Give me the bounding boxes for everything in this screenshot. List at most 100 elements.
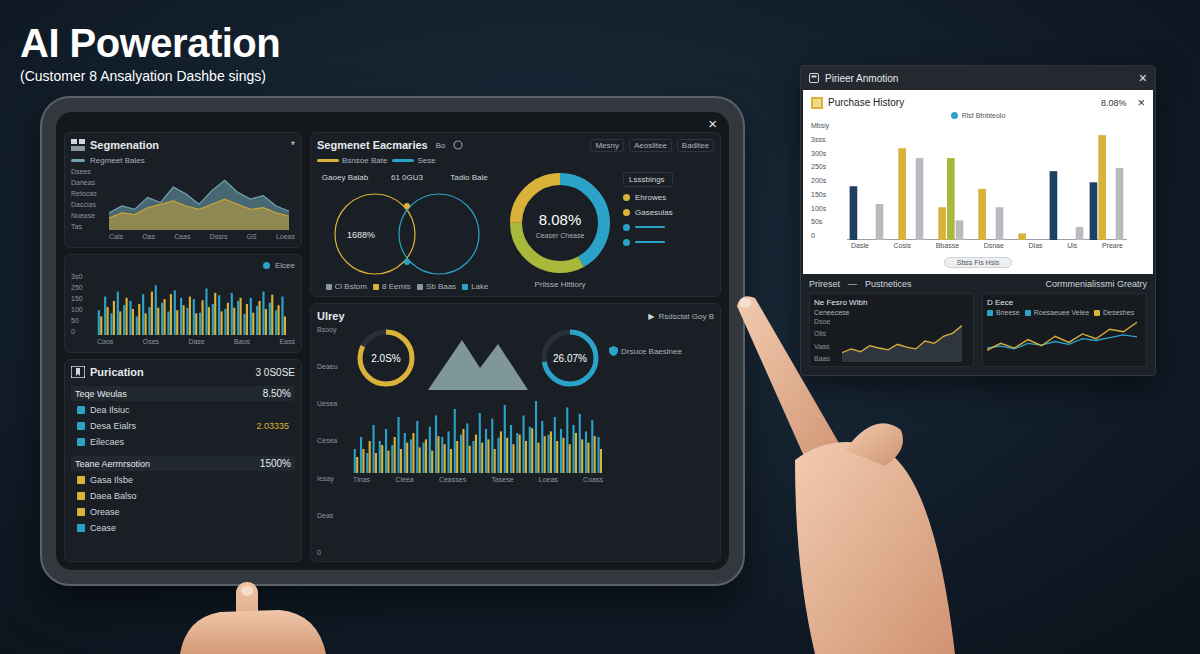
y-tick: Olis xyxy=(814,330,838,337)
y-tick: 0 xyxy=(71,328,93,335)
bar xyxy=(233,308,235,335)
y-tick: 150 xyxy=(71,295,93,302)
line-series xyxy=(987,322,1137,350)
bar xyxy=(930,240,938,241)
list-item[interactable]: Ehrowes xyxy=(623,192,673,202)
bar xyxy=(450,449,452,473)
bar xyxy=(978,189,986,240)
y-tick: Daccias xyxy=(71,201,105,208)
y-tick: Vaas xyxy=(814,343,838,350)
bar xyxy=(151,292,153,335)
bar xyxy=(138,304,140,335)
item-label: Daea Balso xyxy=(90,491,137,501)
bar xyxy=(161,303,163,335)
bar xyxy=(566,407,568,473)
x-tick: Tasese xyxy=(491,476,513,485)
x-tick: Ceasses xyxy=(439,476,466,485)
segmentation-header: Segmenation * xyxy=(71,138,295,152)
bar xyxy=(460,435,462,473)
y-tick: 3sss xyxy=(811,136,841,143)
bar xyxy=(466,423,468,473)
window-tab[interactable]: — xyxy=(848,279,857,289)
segmentation-title: Segmenation xyxy=(90,139,159,151)
grouped-bar-chart xyxy=(847,122,1127,240)
window-close-button[interactable]: × xyxy=(1139,71,1147,85)
bar xyxy=(126,298,128,335)
summary-tab[interactable]: Mesny xyxy=(590,139,624,152)
bar xyxy=(531,428,533,473)
bar xyxy=(444,444,446,473)
bar xyxy=(227,303,229,335)
bar xyxy=(1116,168,1124,240)
venn-value: 1688% xyxy=(347,230,375,240)
bar xyxy=(212,304,214,335)
list-item[interactable]: Gasesulas xyxy=(623,207,673,217)
line-chart xyxy=(987,318,1137,362)
x-tick: Eass xyxy=(279,338,295,347)
bar xyxy=(397,417,399,473)
purification-item[interactable]: Gasa Ilsbe xyxy=(71,473,295,487)
x-tick: Cleea xyxy=(395,476,413,485)
bar xyxy=(500,431,502,473)
mountain-shape xyxy=(428,340,528,390)
bar xyxy=(907,240,915,241)
right-column: Segmenet EacmariesBoMesnyAeosliteeBadlte… xyxy=(310,132,721,562)
bar xyxy=(1050,171,1058,240)
bar xyxy=(394,437,396,473)
group-header: Teane Aermrsotion1500% xyxy=(71,456,295,471)
bar xyxy=(441,437,443,473)
window-tab[interactable]: Prireset xyxy=(809,279,840,289)
purification-item[interactable]: Daea Balso xyxy=(71,489,295,503)
list-item[interactable] xyxy=(623,237,673,247)
floating-window[interactable]: Pirieer Anmotion×Purchase History8.08%×R… xyxy=(800,65,1156,376)
bar xyxy=(594,436,596,473)
card-icon xyxy=(811,97,823,109)
purification-item[interactable]: Eilecaes xyxy=(71,435,295,449)
purification-item[interactable]: Desa Eialrs2.03335 xyxy=(71,419,295,433)
group-heading: Teqe Weulas xyxy=(75,389,127,399)
y-tick: Iesay xyxy=(317,475,347,482)
legend-item: Bsnsoe Bate xyxy=(317,156,387,165)
group-heading: Teane Aermrsotion xyxy=(75,459,150,469)
summaries-badge: Bo xyxy=(433,141,449,150)
bar xyxy=(379,441,381,473)
window-titlebar[interactable]: Pirieer Anmotion× xyxy=(801,66,1155,90)
list-item[interactable] xyxy=(623,222,673,232)
legend-label: Drsuce Baeslnee xyxy=(621,347,682,356)
bar xyxy=(996,207,1004,240)
survey-action[interactable]: ▶Rsdsctat Goy B xyxy=(648,312,714,321)
close-button[interactable]: × xyxy=(708,116,721,132)
bar xyxy=(391,445,393,473)
range-slider[interactable]: Sbss Fis Hsis xyxy=(944,257,1012,268)
y-tick: 250 xyxy=(71,284,93,291)
bar xyxy=(117,292,119,335)
y-tick: Uesea xyxy=(317,400,347,407)
purification-item[interactable]: Cease xyxy=(71,521,295,535)
bar xyxy=(938,207,946,240)
legend-label: Sese xyxy=(417,156,435,165)
more-button[interactable]: * xyxy=(291,139,295,151)
bar xyxy=(145,313,147,335)
bar xyxy=(354,449,356,473)
bar xyxy=(404,433,406,473)
summary-tab[interactable]: Badltee xyxy=(677,139,714,152)
window-tab[interactable]: Cormmenialissmi Greatry xyxy=(1045,279,1147,289)
item-swatch xyxy=(77,406,85,414)
bar xyxy=(469,446,471,473)
item-swatch xyxy=(77,524,85,532)
venn-legend-item: Lake xyxy=(462,282,488,291)
summary-tab[interactable]: Aeoslitee xyxy=(629,139,672,152)
window-tab[interactable]: Pustnetices xyxy=(865,279,912,289)
purification-item[interactable]: Orease xyxy=(71,505,295,519)
bar xyxy=(205,289,207,336)
purification-item[interactable]: Dea Ilsiuc xyxy=(71,403,295,417)
card-close-button[interactable]: × xyxy=(1131,96,1145,109)
trend-left-panel: Ne Fesro WlbhCeneeceseDsoeOlisVaasBaas xyxy=(809,293,974,367)
bar xyxy=(481,443,483,473)
bar xyxy=(591,420,593,473)
bar xyxy=(265,309,267,335)
bar xyxy=(155,285,157,335)
y-tick: 150s xyxy=(811,191,841,198)
bar xyxy=(362,449,364,473)
x-tick: Dase xyxy=(188,338,204,347)
